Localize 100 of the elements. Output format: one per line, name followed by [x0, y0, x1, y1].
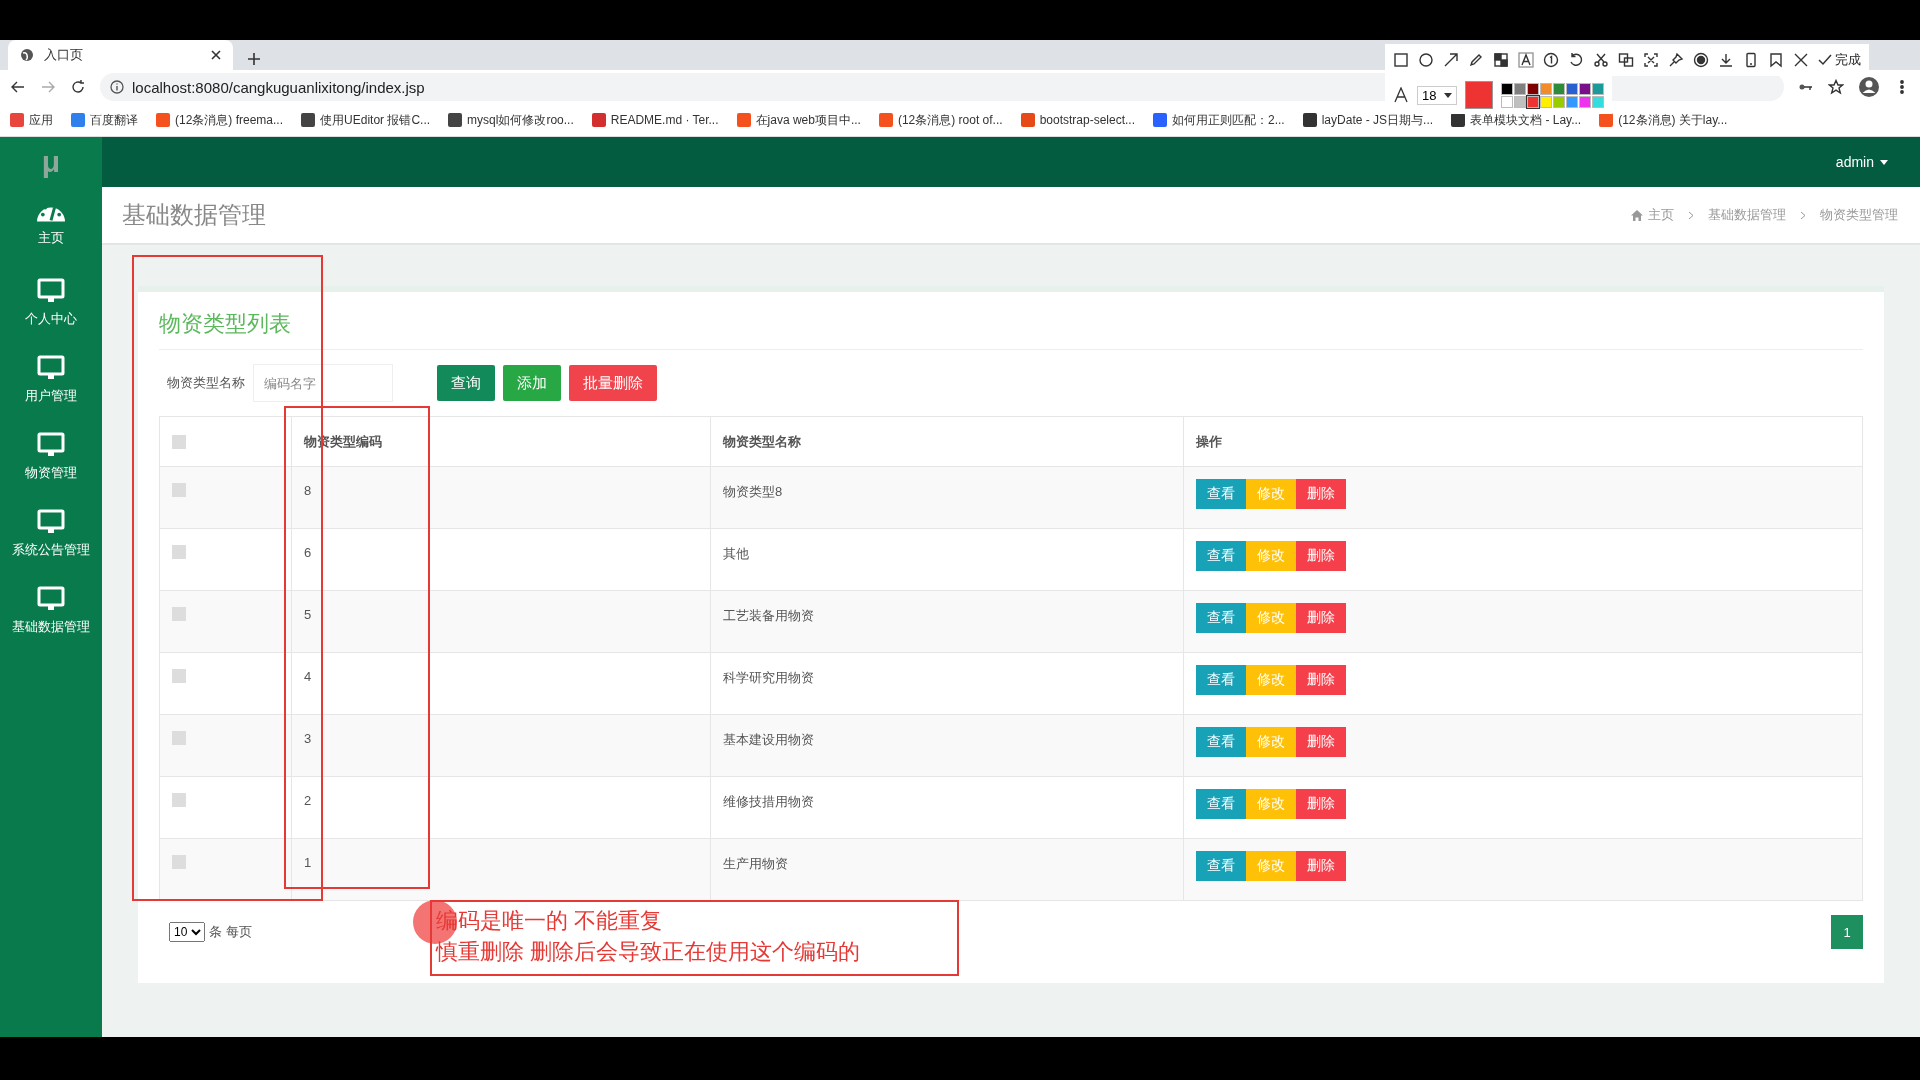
checkbox[interactable]: [172, 483, 186, 497]
mosaic-icon[interactable]: [1493, 52, 1509, 68]
delete-button[interactable]: 删除: [1296, 665, 1346, 695]
color-swatch[interactable]: [1501, 82, 1514, 95]
bookmark[interactable]: layDate - JS日期与...: [1302, 111, 1434, 129]
sidebar-item[interactable]: 系统公告管理: [0, 495, 102, 572]
view-button[interactable]: 查看: [1196, 789, 1246, 819]
arrow-icon[interactable]: [1443, 52, 1459, 68]
column-header: 操作: [1183, 416, 1863, 467]
delete-button[interactable]: 批量删除: [569, 365, 657, 401]
bookmark[interactable]: README.md · Ter...: [591, 113, 719, 127]
font-size-select[interactable]: 18: [1417, 85, 1458, 105]
checkbox[interactable]: [172, 607, 186, 621]
bookmark[interactable]: 使用UEditor 报错C...: [301, 111, 431, 129]
color-swatch[interactable]: [1579, 95, 1592, 108]
checkbox[interactable]: [172, 434, 186, 449]
bookmark-icon[interactable]: [1768, 52, 1784, 68]
table-cell: 其他: [710, 528, 1184, 591]
done-button[interactable]: 完成: [1818, 51, 1861, 69]
sidebar-item[interactable]: 基础数据管理: [0, 572, 102, 649]
globe-icon: [20, 48, 34, 62]
reload-icon[interactable]: [70, 79, 86, 95]
sidebar-item[interactable]: 主页: [0, 187, 102, 264]
search-button[interactable]: 查询: [437, 365, 495, 401]
color-swatch[interactable]: [1514, 82, 1527, 95]
view-button[interactable]: 查看: [1196, 851, 1246, 881]
delete-button[interactable]: 删除: [1296, 851, 1346, 881]
checkbox[interactable]: [172, 731, 186, 745]
home-icon: [1631, 209, 1643, 221]
bookmark[interactable]: bootstrap-select...: [1020, 113, 1135, 127]
close-icon[interactable]: [211, 50, 221, 60]
checkbox[interactable]: [172, 545, 186, 559]
color-swatch[interactable]: [1514, 95, 1527, 108]
back-icon[interactable]: [10, 79, 26, 95]
delete-button[interactable]: 删除: [1296, 603, 1346, 633]
text-tool-icon[interactable]: [1518, 52, 1534, 68]
close-icon[interactable]: [1793, 52, 1809, 68]
checkbox[interactable]: [172, 855, 186, 869]
view-button[interactable]: 查看: [1196, 665, 1246, 695]
undo-icon[interactable]: [1568, 52, 1584, 68]
rectangle-icon[interactable]: [1393, 52, 1409, 68]
view-button[interactable]: 查看: [1196, 541, 1246, 571]
bookmark[interactable]: 在java web项目中...: [736, 111, 861, 129]
bookmark[interactable]: 表单模块文档 - Lay...: [1451, 111, 1582, 129]
color-swatch[interactable]: [1579, 82, 1592, 95]
page-size-select[interactable]: 10: [169, 922, 205, 942]
bookmark[interactable]: (12条消息) 关于lay...: [1599, 111, 1728, 129]
pin-icon[interactable]: [1668, 52, 1684, 68]
delete-button[interactable]: 删除: [1296, 789, 1346, 819]
color-swatch[interactable]: [1527, 82, 1540, 95]
color-swatch[interactable]: [1566, 95, 1579, 108]
color-swatch[interactable]: [1592, 82, 1605, 95]
download-icon[interactable]: [1718, 52, 1734, 68]
pencil-icon[interactable]: [1468, 52, 1484, 68]
bookmark[interactable]: (12条消息) freema...: [156, 111, 284, 129]
view-button[interactable]: 查看: [1196, 727, 1246, 757]
color-swatch[interactable]: [1501, 95, 1514, 108]
color-swatch[interactable]: [1540, 82, 1553, 95]
view-button[interactable]: 查看: [1196, 603, 1246, 633]
new-tab-icon[interactable]: [247, 52, 261, 66]
phone-icon[interactable]: [1743, 52, 1759, 68]
color-swatch[interactable]: [1527, 95, 1540, 108]
bookmark[interactable]: 百度翻译: [71, 111, 138, 129]
table-cell: 物资类型8: [710, 466, 1184, 529]
color-swatch[interactable]: [1553, 82, 1566, 95]
search-field[interactable]: 编码名字: [253, 364, 393, 402]
color-swatch[interactable]: [1553, 95, 1566, 108]
delete-button[interactable]: 删除: [1296, 727, 1346, 757]
breadcrumb-link[interactable]: 主页: [1648, 206, 1674, 224]
record-icon[interactable]: [1693, 52, 1709, 68]
circle-icon[interactable]: [1418, 52, 1434, 68]
number-icon[interactable]: [1543, 52, 1559, 68]
color-swatch[interactable]: [1540, 95, 1553, 108]
current-color-swatch[interactable]: [1465, 81, 1494, 109]
bookmark[interactable]: 如何用正则匹配：2...: [1153, 111, 1285, 129]
bookmark[interactable]: (12条消息) root of...: [878, 111, 1003, 129]
monitor-icon: [37, 585, 65, 612]
add-button[interactable]: 添加: [503, 365, 561, 401]
page-button[interactable]: 1: [1831, 915, 1863, 949]
view-button[interactable]: 查看: [1196, 479, 1246, 509]
sidebar-item[interactable]: 个人中心: [0, 264, 102, 341]
checkbox[interactable]: [172, 669, 186, 683]
color-swatch[interactable]: [1566, 82, 1579, 95]
star-icon[interactable]: [1828, 79, 1844, 95]
bookmark[interactable]: mysql如何修改roo...: [448, 111, 574, 129]
logo: μ: [40, 144, 62, 180]
breadcrumb-link[interactable]: 物资类型管理: [1820, 206, 1898, 224]
user-menu[interactable]: admin: [1835, 154, 1888, 170]
account-icon[interactable]: [1858, 76, 1880, 98]
scissors-icon[interactable]: [1593, 52, 1609, 68]
breadcrumb-link[interactable]: 基础数据管理: [1708, 206, 1786, 224]
sidebar-item[interactable]: 用户管理: [0, 341, 102, 418]
bookmark[interactable]: 应用: [10, 111, 53, 129]
color-swatch[interactable]: [1592, 95, 1605, 108]
checkbox[interactable]: [172, 793, 186, 807]
delete-button[interactable]: 删除: [1296, 541, 1346, 571]
browser-tab[interactable]: 入口页: [8, 40, 233, 70]
sidebar-item[interactable]: 物资管理: [0, 418, 102, 495]
expand-icon[interactable]: [1643, 52, 1659, 68]
delete-button[interactable]: 删除: [1296, 479, 1346, 509]
